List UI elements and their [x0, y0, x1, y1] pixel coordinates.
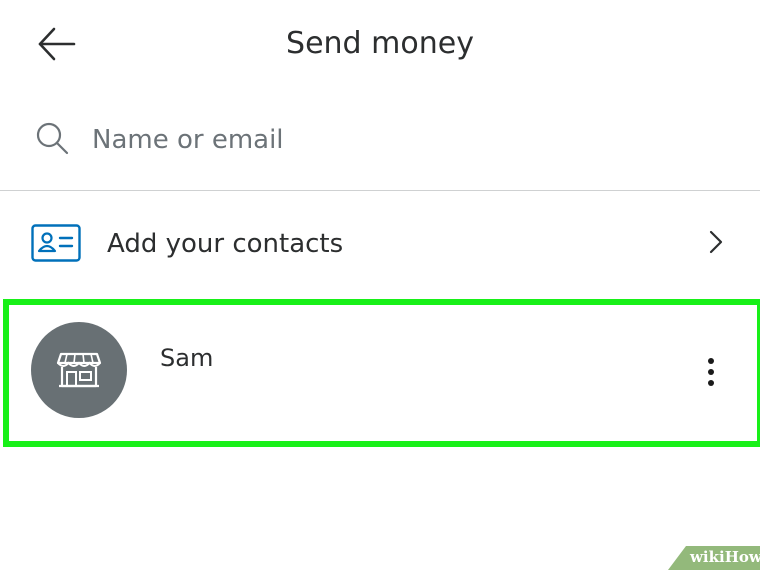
header: Send money [0, 0, 760, 90]
chevron-right-icon [709, 230, 723, 254]
more-vertical-icon [708, 358, 714, 386]
page-title: Send money [286, 26, 474, 61]
more-options-button[interactable] [699, 355, 723, 389]
contact-row-sam[interactable]: Sam [3, 299, 760, 447]
search-input[interactable] [92, 118, 692, 162]
contact-card-icon [31, 224, 81, 262]
storefront-icon [56, 352, 102, 388]
wikihow-watermark: wikiHow [668, 546, 760, 570]
search-icon [36, 122, 69, 155]
add-contacts-label: Add your contacts [107, 229, 344, 259]
search-bar [0, 100, 760, 191]
contact-name: Sam [160, 344, 214, 372]
add-contacts-row[interactable]: Add your contacts [0, 195, 760, 295]
watermark-text: wikiHow [690, 548, 760, 566]
avatar [31, 322, 127, 418]
